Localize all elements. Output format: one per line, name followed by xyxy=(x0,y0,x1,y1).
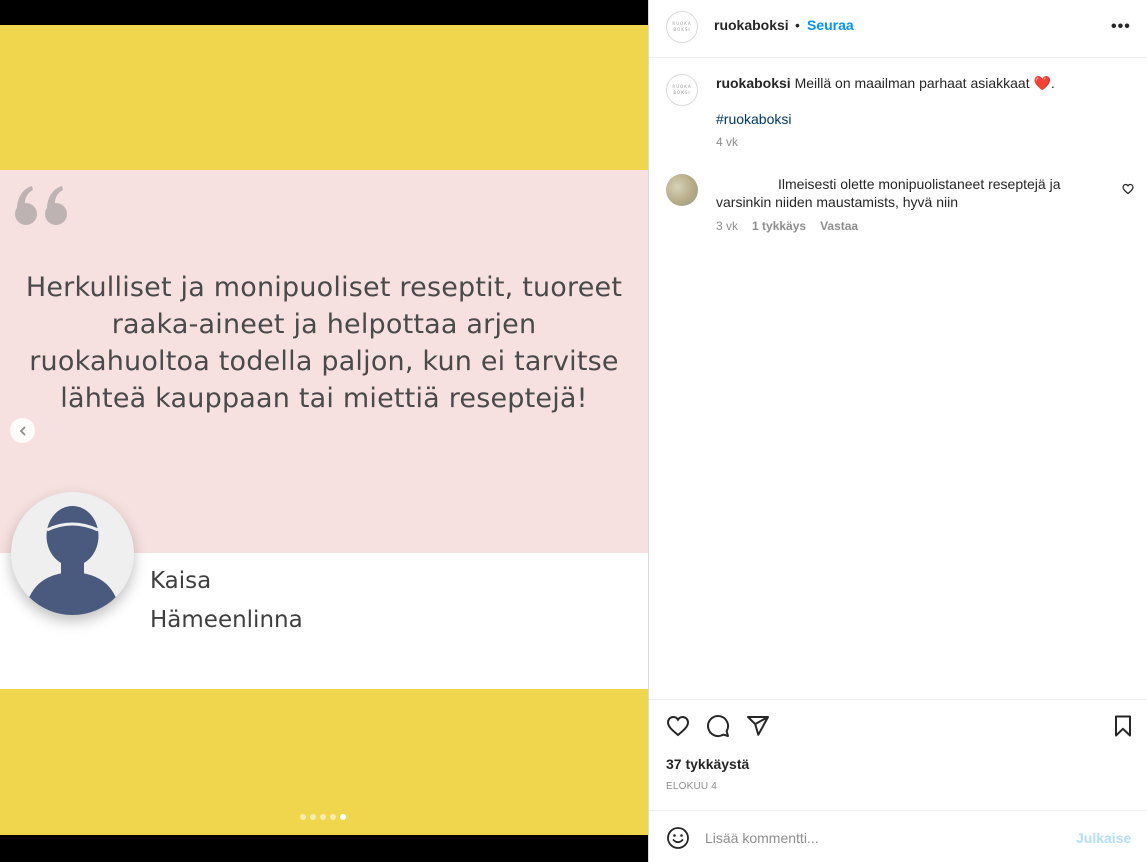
more-options-icon[interactable]: ••• xyxy=(1111,18,1131,36)
post-media: Herkulliset ja monipuoliset reseptit, tu… xyxy=(0,0,648,862)
follow-button[interactable]: Seuraa xyxy=(807,17,854,33)
carousel-slide: Herkulliset ja monipuoliset reseptit, tu… xyxy=(0,25,648,835)
testimonial-quote: Herkulliset ja monipuoliset reseptit, tu… xyxy=(25,272,623,414)
testimonial-name: Kaisa xyxy=(150,568,212,594)
comment-meta: 3 vk 1 tykkäys Vastaa xyxy=(716,219,858,233)
carousel-indicator xyxy=(300,814,346,820)
user-silhouette-icon xyxy=(25,506,120,615)
actions-divider xyxy=(649,699,1147,700)
comment-icon[interactable] xyxy=(706,714,730,738)
profile-avatar[interactable]: RUOKA BOKSI xyxy=(666,11,698,43)
previous-slide-button[interactable] xyxy=(10,418,35,443)
comment-like-icon[interactable] xyxy=(1122,183,1134,195)
post-comment-button[interactable]: Julkaise xyxy=(1076,830,1131,846)
commenter-avatar[interactable] xyxy=(666,174,698,206)
logo-text: RUOKA BOKSI xyxy=(672,84,692,95)
chevron-left-icon xyxy=(19,426,25,435)
comment-reply-button[interactable]: Vastaa xyxy=(820,219,858,233)
like-count[interactable]: 37 tykkäystä xyxy=(666,756,749,772)
caption-hashtag[interactable]: #ruokaboksi xyxy=(716,111,792,127)
comment-time[interactable]: 3 vk xyxy=(716,219,738,233)
logo-text: RUOKA BOKSI xyxy=(672,21,692,32)
comment-text: Ilmeisesti olette monipuolistaneet resep… xyxy=(716,176,1061,210)
carousel-dot xyxy=(330,814,336,820)
caption-text: Meillä on maailman parhaat asiakkaat ❤️. xyxy=(794,75,1055,91)
post-details-panel: RUOKA BOKSI ruokaboksi • Seuraa ••• RUOK… xyxy=(648,0,1147,862)
share-icon[interactable] xyxy=(746,714,770,738)
post-header: RUOKA BOKSI ruokaboksi • Seuraa ••• xyxy=(649,0,1147,58)
carousel-dot-active xyxy=(340,814,346,820)
carousel-dot xyxy=(300,814,306,820)
carousel-dot xyxy=(310,814,316,820)
emoji-icon[interactable] xyxy=(666,826,690,850)
testimonial-city: Hämeenlinna xyxy=(150,607,303,633)
quote-icon xyxy=(15,186,67,225)
add-comment-bar: Julkaise xyxy=(649,810,1147,862)
like-icon[interactable] xyxy=(666,714,690,738)
person-silhouette xyxy=(11,492,134,615)
caption-avatar[interactable]: RUOKA BOKSI xyxy=(666,74,698,106)
bookmark-icon[interactable] xyxy=(1111,714,1135,738)
carousel-dot xyxy=(320,814,326,820)
post-viewer: Herkulliset ja monipuoliset reseptit, tu… xyxy=(0,0,1147,862)
comment-likes[interactable]: 1 tykkäys xyxy=(752,219,806,233)
header-separator: • xyxy=(795,17,800,33)
post-date[interactable]: ELOKUU 4 xyxy=(666,781,717,792)
caption-username[interactable]: ruokaboksi xyxy=(716,75,791,91)
caption-time[interactable]: 4 vk xyxy=(716,135,738,149)
caption-line: ruokaboksi Meillä on maailman parhaat as… xyxy=(716,75,1055,92)
comment-input[interactable] xyxy=(705,827,1065,849)
header-username[interactable]: ruokaboksi xyxy=(714,17,789,33)
